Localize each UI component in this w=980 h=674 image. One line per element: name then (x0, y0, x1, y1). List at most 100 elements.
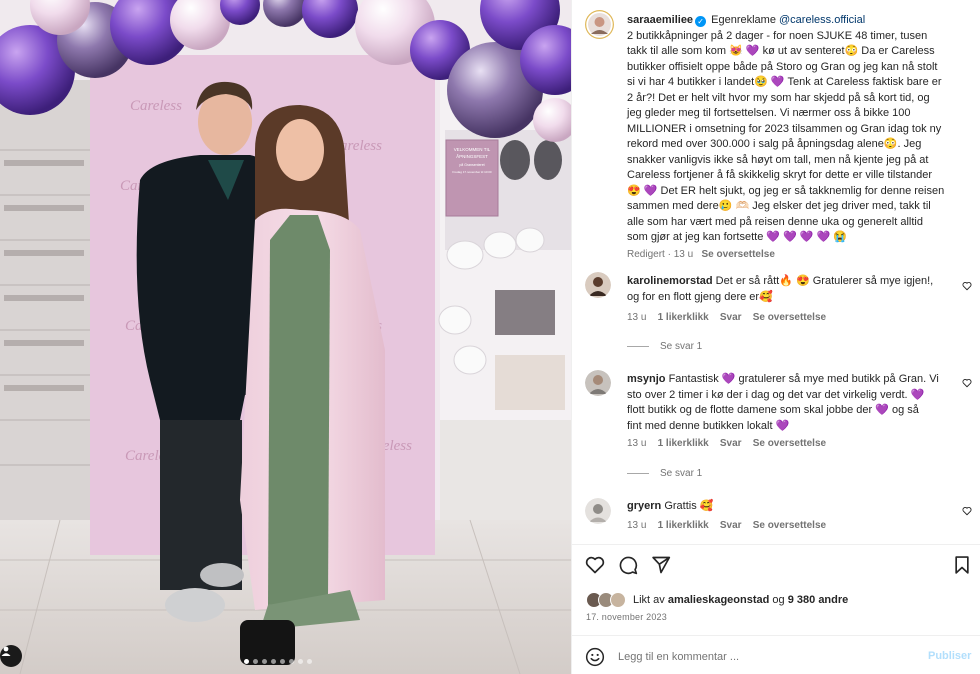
verified-badge-icon: ✓ (695, 16, 707, 27)
view-replies-button[interactable]: Se svar 1 (627, 468, 702, 479)
publish-button[interactable]: Publiser (928, 650, 971, 662)
likes-user[interactable]: amalieskageonstad (668, 594, 770, 606)
user-tag-icon (1, 646, 11, 656)
carousel-dot[interactable] (289, 659, 294, 664)
caption-line: takk til alle som kom 😻 💜 kø ut av sente… (627, 45, 935, 57)
post-time[interactable]: 13 u (674, 249, 693, 260)
edited-label: Redigert (627, 248, 665, 260)
comment-likes[interactable]: 1 likerklikk (658, 438, 709, 449)
comment-meta: 13 u 1 likerklikk Svar Se oversettelse (627, 312, 957, 323)
view-replies-label: Se svar 1 (660, 341, 703, 352)
comment-text: Det er så rått🔥 😍 Gratulerer så mye igje… (715, 275, 934, 287)
caption-line: 2 butikkåpninger på 2 dager - for noen S… (627, 29, 928, 42)
view-replies-label: Se svar 1 (660, 468, 703, 479)
comment-username[interactable]: msynjo (627, 373, 666, 385)
caption-line: rekord med over 300.000 i salg på åpning… (627, 138, 922, 150)
sign-line-3: på Gransenteret (459, 163, 484, 167)
caption-line: jeg gleder meg til fortsettelsen. Vi nær… (627, 107, 911, 119)
carousel-dot[interactable] (280, 659, 285, 664)
comment-text: sto over 2 timer i kø der i dag og det v… (627, 388, 925, 401)
carousel-dot[interactable] (271, 659, 276, 664)
carousel-dot[interactable] (253, 659, 258, 664)
comment-time[interactable]: 13 u (627, 312, 646, 323)
comment-time[interactable]: 13 u (627, 520, 646, 531)
smiley-icon[interactable] (585, 647, 605, 667)
reply-button[interactable]: Svar (720, 520, 742, 531)
comment-avatar[interactable] (585, 272, 611, 298)
caption-line: 😍 💜 Det ER helt sjukt, og jeg er så takk… (627, 184, 945, 197)
likes-summary: Likt av amalieskageonstad og 9 380 andre (586, 592, 848, 608)
comment: gryern Grattis 🥰 13 u 1 likerklikk Svar … (627, 499, 957, 531)
comment: karolinemorstad Det er så rått🔥 😍 Gratul… (627, 274, 957, 323)
sign-line-1: VELKOMMEN TIL (454, 147, 491, 152)
comment-time[interactable]: 13 u (627, 438, 646, 449)
post-photo[interactable]: CarelessCareless CarelessCareless Carele… (0, 0, 571, 674)
comment-text: fint med denne butikken lokalt 💜 (627, 419, 790, 432)
carousel-dot[interactable] (262, 659, 267, 664)
comment-text: og for en flott gjeng dere er🥰 (627, 290, 773, 303)
comment-username[interactable]: gryern (627, 500, 661, 512)
carousel-indicator (244, 659, 312, 664)
comment-meta: 13 u 1 likerklikk Svar Se oversettelse (627, 520, 957, 531)
post-date[interactable]: 17. november 2023 (586, 612, 667, 622)
replies-divider (627, 473, 649, 474)
caption-line: snakker vanligvis ikke så høyt om tall, … (627, 153, 929, 166)
comment-avatar[interactable] (585, 370, 611, 396)
carousel-dot[interactable] (298, 659, 303, 664)
liker-avatars[interactable] (586, 592, 628, 608)
caption-line: alle som har vært med på reisen denne uk… (627, 215, 923, 228)
author-avatar[interactable] (585, 10, 614, 39)
carousel-dot[interactable] (307, 659, 312, 664)
carousel-dot[interactable] (244, 659, 249, 664)
ad-label: Egenreklame (711, 14, 776, 26)
comment-username[interactable]: karolinemorstad (627, 275, 713, 287)
caption-header: saraaemiliee ✓ Egenreklame @careless.offi… (627, 13, 967, 29)
caption-line: sammen med dere🥲 🫶🏻 Jeg elsker det jeg d… (627, 200, 931, 212)
caption-text: 2 butikkåpninger på 2 dager - for noen S… (627, 29, 967, 246)
paper-plane-icon[interactable] (651, 555, 671, 575)
comment-meta: 13 u 1 likerklikk Svar Se oversettelse (627, 438, 957, 449)
comment-text: flott butikk og de flotte damene som ska… (627, 404, 919, 416)
comment-text: Grattis 🥰 (664, 500, 714, 512)
bookmark-icon[interactable] (952, 555, 972, 575)
likes-count[interactable]: 9 380 andre (788, 594, 849, 606)
heart-icon[interactable] (585, 555, 605, 575)
likes-prefix: Likt av (633, 594, 665, 606)
caption-line: si vi har 4 butikker i landet🥹 💜 Tenk at… (627, 76, 942, 88)
svg-text:Careless: Careless (130, 98, 182, 114)
sign-line-4: Fredag 17.november kl 10:00 (452, 170, 492, 174)
translate-button[interactable]: Se oversettelse (702, 249, 775, 260)
caption: saraaemiliee ✓ Egenreklame @careless.offi… (627, 13, 967, 260)
comment-avatar[interactable] (585, 498, 611, 524)
user-tag-button[interactable] (0, 645, 22, 667)
caption-meta: Redigert · 13 u Se oversettelse (627, 248, 775, 260)
replies-divider (627, 346, 649, 347)
author-username[interactable]: saraaemiliee (627, 14, 693, 26)
comment-text: Fantastisk 💜 gratulerer så mye med butik… (668, 373, 939, 385)
translate-button[interactable]: Se oversettelse (753, 312, 826, 323)
reply-button[interactable]: Svar (720, 312, 742, 323)
comment-likes[interactable]: 1 likerklikk (658, 520, 709, 531)
likes-joiner: og (772, 594, 785, 606)
partner-link[interactable]: @careless.official (779, 14, 865, 26)
sign-line-2: ÅPNINGSFEST (456, 153, 488, 159)
translate-button[interactable]: Se oversettelse (753, 438, 826, 449)
translate-button[interactable]: Se oversettelse (753, 520, 826, 531)
view-replies-button[interactable]: Se svar 1 (627, 341, 702, 352)
comment-likes[interactable]: 1 likerklikk (658, 312, 709, 323)
comment-heart-icon[interactable] (962, 506, 972, 516)
comment: msynjo Fantastisk 💜 gratulerer så mye me… (627, 372, 957, 449)
divider (572, 635, 980, 636)
comment-input[interactable] (618, 650, 898, 664)
comment-heart-icon[interactable] (962, 378, 972, 388)
divider (572, 544, 980, 545)
comment-icon[interactable] (618, 555, 638, 575)
caption-line: 2 år?! Det er helt vilt hvor my som har … (627, 91, 930, 104)
caption-line: Careless fortjener å få skikkelig skryt … (627, 169, 933, 181)
caption-line: butikker offisielt oppe både på Storo og… (627, 60, 938, 73)
photo-illustration: CarelessCareless CarelessCareless Carele… (0, 0, 571, 674)
comment-heart-icon[interactable] (962, 281, 972, 291)
caption-line: MILLIONER i omsetning for 2023 tilsammen… (627, 122, 942, 135)
caption-line: som gjør at jeg kan fortsette 💜 💜 💜 💜 😭 (627, 231, 848, 243)
reply-button[interactable]: Svar (720, 438, 742, 449)
